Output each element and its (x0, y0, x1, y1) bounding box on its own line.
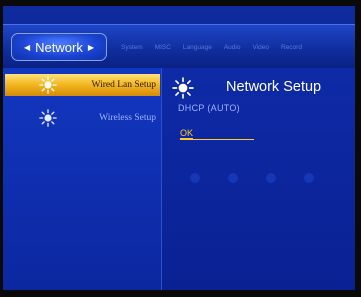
tab-system[interactable]: System (121, 44, 143, 51)
tab-network-label: Network (35, 39, 83, 55)
placeholder-dot (266, 173, 276, 183)
panel-title: Network Setup (226, 79, 322, 95)
right-arrow-icon: ▶ (87, 42, 94, 52)
sun-icon (39, 109, 57, 127)
placeholder-dot (190, 173, 200, 183)
menu-item-label: Wireless Setup (99, 113, 156, 123)
tab-video[interactable]: Video (252, 44, 269, 51)
left-menu: Wired Lan Setup Wireless Setup (3, 68, 162, 290)
sun-icon (39, 76, 57, 94)
placeholder-dot (228, 173, 238, 183)
network-setup-panel: Network Setup DHCP (AUTO) OK (162, 68, 355, 290)
tab-language[interactable]: Language (183, 44, 212, 51)
sun-icon (172, 77, 194, 99)
tab-record[interactable]: Record (281, 44, 302, 51)
dhcp-mode-option[interactable]: DHCP (AUTO) (178, 103, 240, 113)
menu-item-label: Wired Lan Setup (91, 80, 156, 90)
settings-screen: ◀ Network ▶ System MISC Language Audio V… (3, 6, 355, 290)
tab-network[interactable]: ◀ Network ▶ (11, 33, 107, 61)
top-menu-bar: ◀ Network ▶ System MISC Language Audio V… (3, 24, 355, 70)
ok-underline (180, 139, 254, 140)
tab-misc[interactable]: MISC (155, 44, 171, 51)
tab-audio[interactable]: Audio (224, 44, 241, 51)
left-arrow-icon: ◀ (24, 42, 31, 52)
ok-button[interactable]: OK (180, 128, 193, 138)
menu-item-wired-lan-setup[interactable]: Wired Lan Setup (5, 74, 160, 96)
menu-item-wireless-setup[interactable]: Wireless Setup (5, 107, 160, 129)
placeholder-dot (304, 173, 314, 183)
tab-strip: ◀ Network ▶ System MISC Language Audio V… (11, 33, 302, 61)
